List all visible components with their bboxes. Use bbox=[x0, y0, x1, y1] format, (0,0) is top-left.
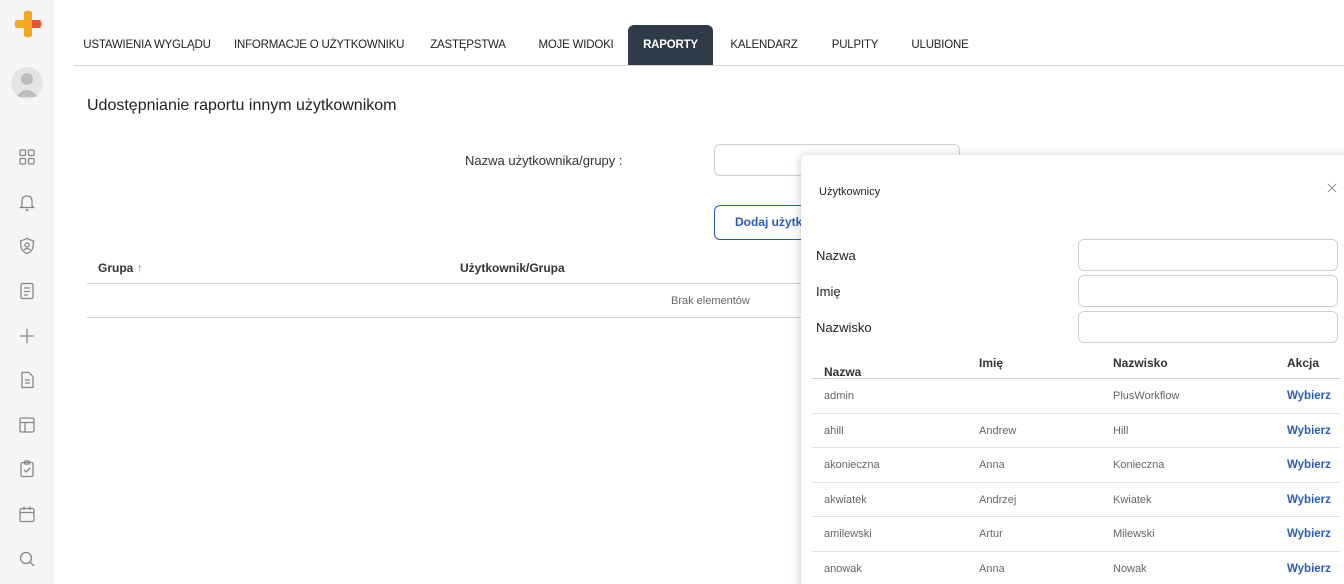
filter-first-name-label: Imię bbox=[816, 284, 841, 299]
table-empty-row: Brak elementów bbox=[87, 284, 827, 318]
cell-first-name: Anna bbox=[979, 459, 1005, 472]
select-link[interactable]: Wybierz bbox=[1287, 563, 1331, 575]
sidebar bbox=[0, 0, 54, 584]
empty-message: Brak elementów bbox=[671, 295, 750, 307]
cell-name: anowak bbox=[824, 562, 862, 575]
column-user-group[interactable]: Użytkownik/Grupa bbox=[460, 261, 565, 275]
select-link[interactable]: Wybierz bbox=[1287, 390, 1331, 402]
share-table-header: Grupa ↑ Użytkownik/Grupa bbox=[87, 252, 827, 284]
cell-name: admin bbox=[824, 390, 854, 402]
user-group-label: Nazwa użytkownika/grupy : bbox=[465, 153, 623, 168]
cell-name: akonieczna bbox=[824, 459, 880, 472]
cell-first-name: Andrew bbox=[979, 424, 1017, 437]
shield-icon[interactable] bbox=[17, 236, 37, 256]
table-row: anowak Anna Nowak Wybierz bbox=[812, 552, 1340, 584]
table-row: admin PlusWorkflow Wybierz bbox=[812, 379, 1340, 414]
tab-favorites[interactable]: ULUBIONE bbox=[906, 25, 974, 65]
cell-last-name: PlusWorkflow bbox=[1113, 390, 1180, 402]
table-row: amilewski Artur Milewski Wybierz bbox=[812, 517, 1340, 552]
cell-last-name: Konieczna bbox=[1113, 459, 1165, 472]
cell-last-name: Nowak bbox=[1113, 562, 1147, 575]
calendar-icon[interactable] bbox=[17, 504, 37, 524]
dashboard-icon[interactable] bbox=[17, 147, 37, 167]
tab-dashboards[interactable]: PULPITY bbox=[824, 25, 886, 65]
cell-first-name: Artur bbox=[979, 528, 1003, 541]
report-icon[interactable] bbox=[17, 281, 37, 301]
filter-first-name-input[interactable] bbox=[1078, 275, 1338, 307]
users-table-header: Nazwa ↑ Imię Nazwisko Akcja bbox=[812, 347, 1340, 379]
tab-appearance[interactable]: USTAWIENIA WYGLĄDU bbox=[82, 25, 212, 65]
avatar[interactable] bbox=[11, 67, 43, 99]
tab-bar: USTAWIENIA WYGLĄDU INFORMACJE O UŻYTKOWN… bbox=[74, 25, 1344, 66]
filter-name-label: Nazwa bbox=[816, 248, 856, 263]
document-icon[interactable] bbox=[17, 370, 37, 390]
popup-title: Użytkownicy bbox=[819, 186, 881, 198]
select-link[interactable]: Wybierz bbox=[1287, 528, 1331, 540]
layout-icon[interactable] bbox=[17, 415, 37, 435]
column-last-name[interactable]: Nazwisko bbox=[1113, 356, 1168, 370]
select-link[interactable]: Wybierz bbox=[1287, 494, 1331, 506]
cell-name: ahill bbox=[824, 424, 844, 437]
select-link[interactable]: Wybierz bbox=[1287, 459, 1331, 471]
tab-user-info[interactable]: INFORMACJE O UŻYTKOWNIKU bbox=[234, 25, 404, 65]
clipboard-check-icon[interactable] bbox=[17, 459, 37, 479]
bell-icon[interactable] bbox=[17, 192, 37, 212]
tab-calendar[interactable]: KALENDARZ bbox=[724, 25, 804, 65]
filter-last-name-input[interactable] bbox=[1078, 311, 1338, 343]
cell-name: akwiatek bbox=[824, 493, 867, 506]
tab-my-views[interactable]: MOJE WIDOKI bbox=[532, 25, 620, 65]
column-action: Akcja bbox=[1287, 356, 1320, 370]
users-popup: Użytkownicy Nazwa Imię Nazwisko Nazwa ↑ … bbox=[801, 155, 1344, 584]
cell-last-name: Hill bbox=[1113, 424, 1129, 437]
plus-icon[interactable] bbox=[17, 326, 37, 346]
cell-last-name: Kwiatek bbox=[1113, 493, 1152, 506]
page-title: Udostępnianie raportu innym użytkownikom bbox=[87, 97, 397, 114]
tab-substitutions[interactable]: ZASTĘPSTWA bbox=[426, 25, 510, 65]
search-icon[interactable] bbox=[17, 549, 37, 569]
cell-last-name: Milewski bbox=[1113, 528, 1155, 541]
close-icon[interactable] bbox=[1325, 181, 1339, 195]
select-link[interactable]: Wybierz bbox=[1287, 425, 1331, 437]
cell-first-name: Anna bbox=[979, 562, 1005, 575]
column-first-name[interactable]: Imię bbox=[979, 356, 1003, 370]
cell-name: amilewski bbox=[824, 528, 872, 541]
sort-arrow-icon: ↑ bbox=[824, 365, 830, 379]
column-group[interactable]: Grupa ↑ bbox=[98, 261, 143, 275]
table-row: akonieczna Anna Konieczna Wybierz bbox=[812, 448, 1340, 483]
sort-arrow-icon: ↑ bbox=[136, 261, 143, 275]
users-table: Nazwa ↑ Imię Nazwisko Akcja admin PlusWo… bbox=[812, 347, 1340, 584]
filter-last-name-label: Nazwisko bbox=[816, 320, 872, 335]
tab-reports[interactable]: RAPORTY bbox=[628, 25, 713, 65]
table-row: akwiatek Andrzej Kwiatek Wybierz bbox=[812, 483, 1340, 518]
logo-icon[interactable] bbox=[13, 9, 43, 39]
table-row: ahill Andrew Hill Wybierz bbox=[812, 414, 1340, 449]
cell-first-name: Andrzej bbox=[979, 493, 1017, 506]
filter-name-input[interactable] bbox=[1078, 239, 1338, 271]
